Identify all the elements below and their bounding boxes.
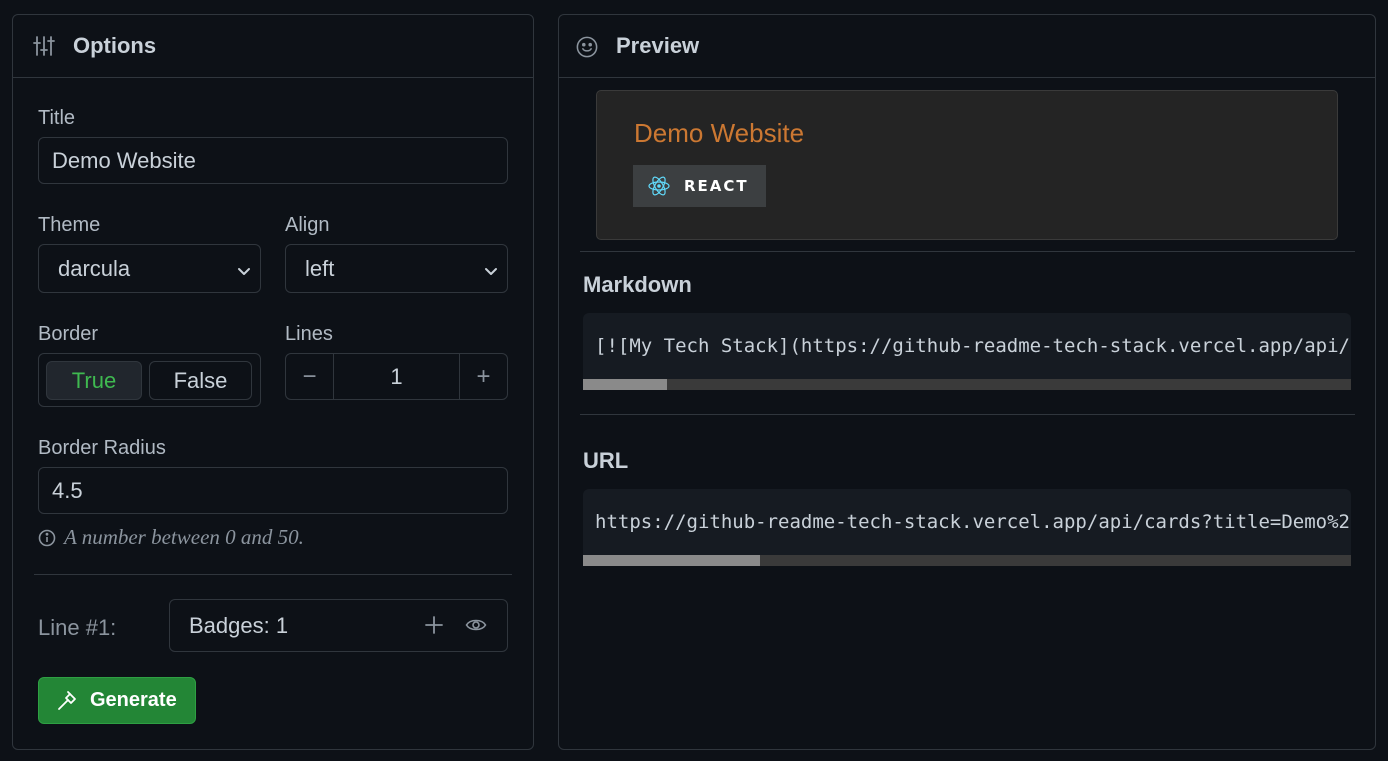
align-select-value: left xyxy=(305,255,335,281)
card-title: Demo Website xyxy=(634,118,805,148)
lines-label: Lines xyxy=(285,323,333,345)
border-radius-hint-text: A number between 0 and 50. xyxy=(64,525,304,549)
generate-button[interactable]: Generate xyxy=(38,677,196,724)
markdown-scroll-thumb[interactable] xyxy=(583,379,668,390)
border-radius-value: 4.5 xyxy=(52,477,83,503)
lines-value[interactable]: 1 xyxy=(333,354,460,399)
border-label: Border xyxy=(38,323,99,345)
url-title: URL xyxy=(583,448,629,473)
markdown-codebox[interactable]: [![My Tech Stack](https://github-readme-… xyxy=(583,313,1351,390)
title-label: Title xyxy=(38,107,76,129)
markdown-title: Markdown xyxy=(583,272,692,297)
eye-icon[interactable] xyxy=(465,614,487,636)
border-false-button[interactable]: False xyxy=(149,361,252,400)
title-input[interactable]: Demo Website xyxy=(38,137,508,184)
url-codebox[interactable]: https://github-readme-tech-stack.vercel.… xyxy=(583,489,1351,566)
url-code: https://github-readme-tech-stack.vercel.… xyxy=(595,511,1351,533)
url-scrollbar[interactable] xyxy=(583,555,1351,566)
theme-label: Theme xyxy=(38,214,101,236)
border-radius-hint: A number between 0 and 50. xyxy=(38,525,304,550)
border-radius-input[interactable]: 4.5 xyxy=(38,467,508,514)
info-icon xyxy=(38,529,56,547)
smiley-icon xyxy=(576,35,598,58)
badge-label: REACT xyxy=(684,177,749,195)
react-icon xyxy=(647,174,671,198)
preview-card: Demo Website REACT xyxy=(596,90,1338,240)
align-select[interactable]: left xyxy=(285,244,508,293)
lines-increment-button[interactable]: + xyxy=(460,354,507,399)
options-divider xyxy=(34,574,512,575)
border-true-button[interactable]: True xyxy=(46,361,142,400)
border-toggle-group: True False xyxy=(38,353,261,407)
preview-divider-1 xyxy=(580,251,1355,252)
options-header: Options xyxy=(13,15,533,78)
preview-divider-2 xyxy=(580,414,1355,415)
line1-box[interactable]: Badges: 1 xyxy=(169,599,508,652)
border-radius-label: Border Radius xyxy=(38,437,166,459)
preview-header: Preview xyxy=(559,15,1375,78)
theme-select[interactable]: darcula xyxy=(38,244,261,293)
sliders-icon xyxy=(33,35,55,57)
url-scroll-thumb[interactable] xyxy=(583,555,760,566)
lines-stepper: − 1 + xyxy=(285,353,508,400)
line1-badges-count: Badges: 1 xyxy=(189,612,289,638)
options-panel: Options Title Demo Website Theme darcula… xyxy=(12,14,534,750)
react-badge: REACT xyxy=(633,165,766,207)
chevron-down-icon xyxy=(483,259,499,275)
line1-label: Line #1: xyxy=(38,615,117,640)
title-input-value: Demo Website xyxy=(52,147,196,173)
hammer-icon xyxy=(56,690,78,712)
chevron-down-icon xyxy=(236,259,252,275)
generate-label: Generate xyxy=(90,689,177,711)
plus-icon[interactable] xyxy=(423,614,445,636)
preview-panel: Preview Demo Website REACT Markdown [![M… xyxy=(558,14,1376,750)
markdown-scrollbar[interactable] xyxy=(583,379,1351,390)
theme-select-value: darcula xyxy=(58,255,131,281)
preview-title: Preview xyxy=(616,33,700,58)
lines-decrement-button[interactable]: − xyxy=(286,354,333,399)
options-title: Options xyxy=(73,33,157,58)
markdown-code: [![My Tech Stack](https://github-readme-… xyxy=(595,335,1351,357)
align-label: Align xyxy=(285,214,330,236)
